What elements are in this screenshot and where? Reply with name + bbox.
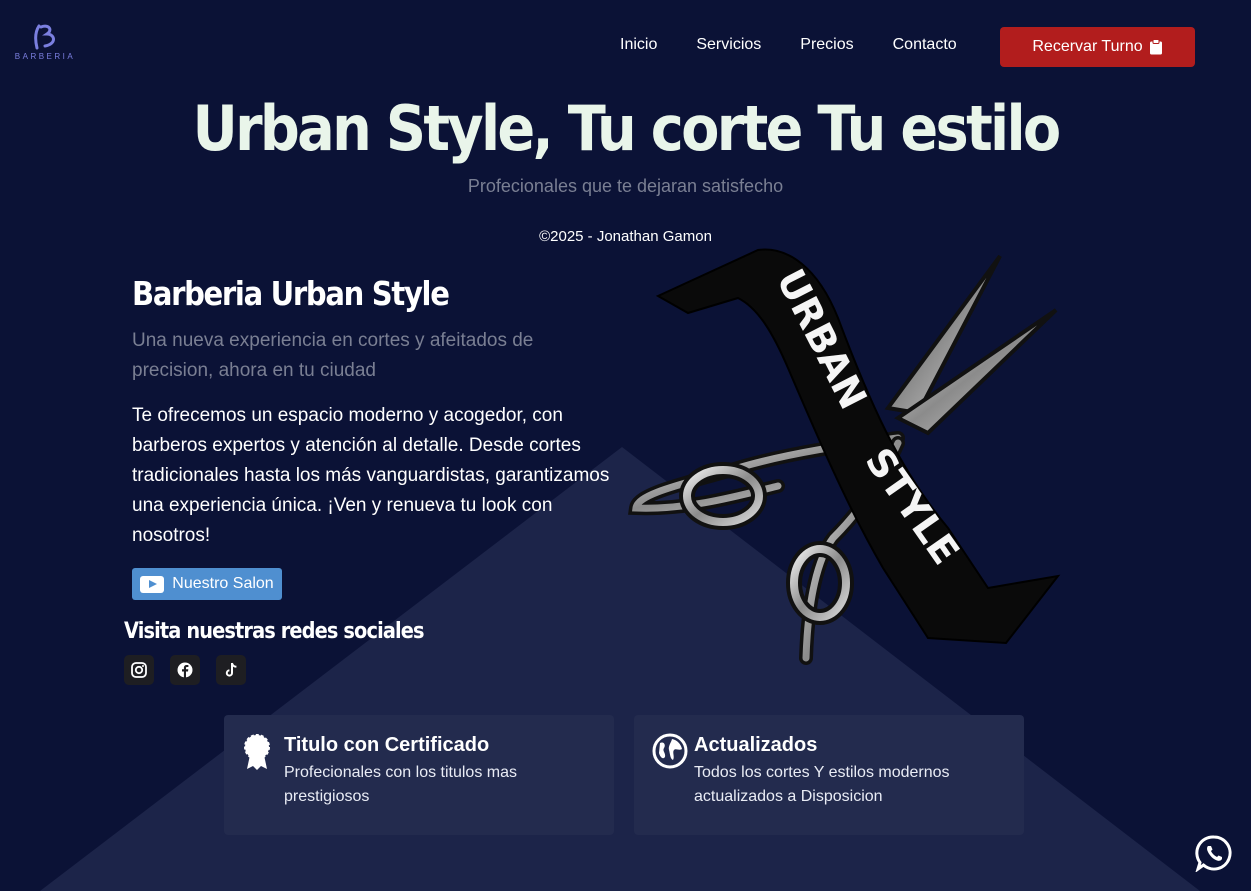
logo-mark-icon <box>34 24 55 50</box>
feature-card-certificate: Titulo con Certificado Profecionales con… <box>224 715 614 835</box>
feature-card-updated: Actualizados Todos los cortes Y estilos … <box>634 715 1024 835</box>
our-salon-label: Nuestro Salon <box>172 575 274 592</box>
social-links <box>124 655 246 685</box>
award-icon <box>244 734 270 770</box>
instagram-icon <box>131 662 147 678</box>
nav-servicios[interactable]: Servicios <box>696 36 761 54</box>
social-title: Visita nuestras redes sociales <box>124 619 425 644</box>
instagram-link[interactable] <box>124 655 154 685</box>
feature-title: Actualizados <box>694 734 818 756</box>
ribbon-banner <box>655 248 1061 645</box>
hero-title: Urban Style, Tu corte Tu estilo <box>192 92 1061 165</box>
nav-precios[interactable]: Precios <box>800 36 853 54</box>
feature-text: Todos los cortes Y estilos modernos actu… <box>694 764 950 805</box>
whatsapp-button[interactable] <box>1195 834 1233 877</box>
tiktok-icon <box>225 662 237 677</box>
logo-text: BARBERIA <box>14 52 76 61</box>
youtube-icon <box>140 575 165 593</box>
our-salon-button[interactable]: Nuestro Salon <box>132 568 282 600</box>
whatsapp-icon <box>1195 835 1232 873</box>
nav-inicio[interactable]: Inicio <box>620 36 657 54</box>
hero-subtitle: Profecionales que te dejaran satisfecho <box>467 176 784 196</box>
urban-style-emblem: URBAN STYLE <box>628 248 1061 665</box>
about-title: Barberia Urban Style <box>132 274 450 313</box>
about-subtitle: Una nueva experiencia en cortes y afeita… <box>132 330 534 381</box>
facebook-icon <box>177 662 193 678</box>
about-description: Te ofrecemos un espacio moderno y acoged… <box>132 405 610 546</box>
nav-contacto[interactable]: Contacto <box>893 36 957 54</box>
feature-text: Profecionales con los titulos mas presti… <box>284 764 517 805</box>
clipboard-icon <box>1149 39 1162 55</box>
logo[interactable]: BARBERIA <box>12 24 78 61</box>
reserve-button[interactable]: Recervar Turno <box>1000 27 1195 67</box>
tiktok-link[interactable] <box>216 655 246 685</box>
main-nav: Inicio Servicios Precios Contacto <box>620 36 996 54</box>
reserve-button-label: Recervar Turno <box>1032 38 1143 55</box>
feature-title: Titulo con Certificado <box>284 734 490 756</box>
facebook-link[interactable] <box>170 655 200 685</box>
globe-icon <box>652 733 688 769</box>
